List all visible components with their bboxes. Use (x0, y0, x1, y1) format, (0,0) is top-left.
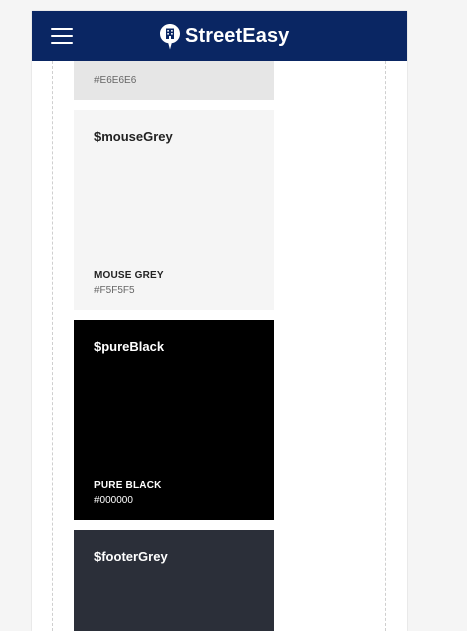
top-navbar: StreetEasy (32, 11, 407, 61)
dashed-guide-right (385, 61, 386, 631)
mobile-viewport: #E6E6E6 $mouseGrey MOUSE GREY #F5F5F5 $p… (32, 11, 407, 631)
swatch-variable: $footerGrey (94, 549, 168, 564)
swatch-hex: #F5F5F5 (94, 285, 135, 296)
swatch-footer-grey: $footerGrey (74, 530, 274, 631)
brand-name: StreetEasy (185, 25, 290, 47)
streeteasy-logo[interactable]: StreetEasy (160, 23, 289, 50)
swatch-name: MOUSE GREY (94, 270, 164, 281)
swatch-variable: $mouseGrey (94, 129, 173, 144)
swatch-variable: $pureBlack (94, 339, 165, 354)
dashed-guide-left (52, 61, 53, 631)
swatch-pure-black: $pureBlack PURE BLACK #000000 (74, 320, 274, 520)
streeteasy-pin-logo-icon (160, 23, 180, 49)
swatch-hex: #000000 (94, 495, 133, 506)
hamburger-menu-icon[interactable] (51, 27, 73, 45)
swatch-name: PURE BLACK (94, 480, 162, 491)
color-palette-content: #E6E6E6 $mouseGrey MOUSE GREY #F5F5F5 $p… (32, 11, 407, 631)
swatch-mouse-grey: $mouseGrey MOUSE GREY #F5F5F5 (74, 110, 274, 310)
swatch-hex: #E6E6E6 (94, 75, 137, 86)
